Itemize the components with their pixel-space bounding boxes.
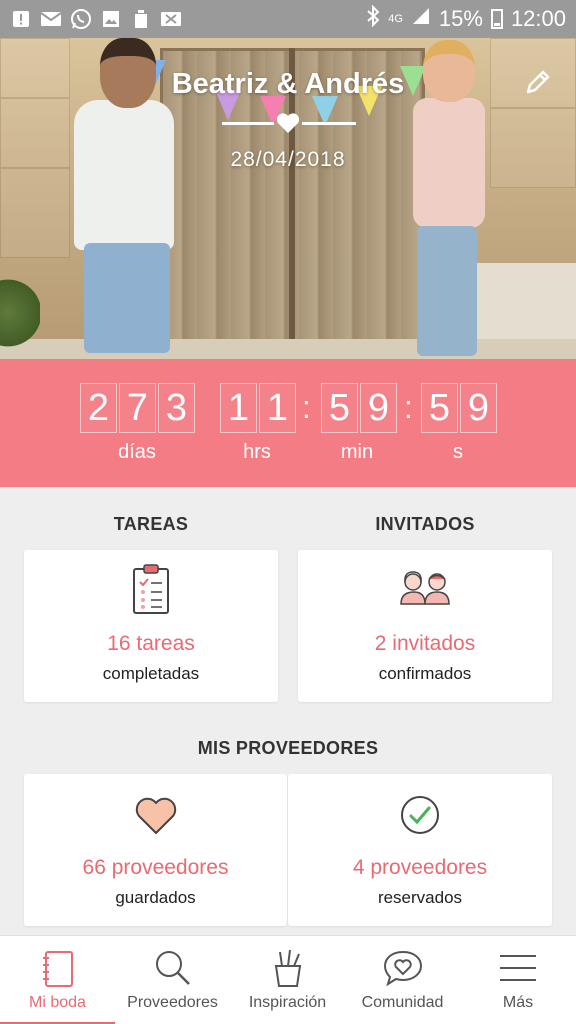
days-label: días <box>118 441 156 463</box>
seconds-digit: 9 <box>460 383 497 433</box>
wedding-date: 28/04/2018 <box>230 148 346 171</box>
title-divider-right <box>302 122 356 125</box>
battery-percent: 15% <box>438 6 483 31</box>
seconds-digits: 5 9 <box>421 383 497 433</box>
wall-stone <box>0 168 70 258</box>
signal-icon <box>411 6 431 32</box>
check-circle-icon <box>401 796 439 834</box>
clipboard-checklist-icon <box>133 564 169 614</box>
minutes-digit: 5 <box>321 383 358 433</box>
plant <box>0 268 40 358</box>
guests-count: 2 invitados <box>374 632 476 655</box>
saved-vendors-card[interactable]: 66 proveedores guardados <box>24 774 287 926</box>
booked-vendors-count: 4 proveedores <box>352 856 488 879</box>
booked-vendors-status: reservados <box>377 888 463 907</box>
mail-icon <box>40 9 62 29</box>
tasks-title: TAREAS <box>113 514 189 534</box>
battery-icon <box>490 9 503 29</box>
tasks-card[interactable]: 16 tareas completadas <box>24 550 278 702</box>
minutes-digits: 5 9 <box>321 383 397 433</box>
saved-vendors-count: 66 proveedores <box>82 856 229 879</box>
network-label: 4G <box>388 13 403 25</box>
minutes-digit: 9 <box>360 383 397 433</box>
close-mail-icon <box>160 9 182 29</box>
recycle-icon <box>130 9 152 29</box>
bottom-navigation: Mi boda Proveedores Inspiración Comunida… <box>0 935 576 1024</box>
chat-heart-icon <box>383 950 422 987</box>
days-digits: 2 7 3 <box>80 383 195 433</box>
hours-digit: 1 <box>259 383 296 433</box>
image-icon <box>100 9 122 29</box>
guests-couple-icon <box>400 571 450 605</box>
colon-separator: : <box>404 389 413 425</box>
nav-item-comunidad[interactable]: Comunidad <box>345 936 460 1024</box>
groom-shirt <box>74 100 174 250</box>
title-divider-left <box>222 122 274 125</box>
clock: 12:00 <box>510 6 566 31</box>
search-icon <box>155 951 190 985</box>
tasks-count: 16 tareas <box>107 632 195 655</box>
nav-label: Comunidad <box>361 994 444 1011</box>
bride-jeans <box>417 226 477 356</box>
tasks-status: completadas <box>102 664 200 683</box>
days-digit: 2 <box>80 383 117 433</box>
nav-item-mas[interactable]: Más <box>460 936 576 1024</box>
nav-label: Mi boda <box>29 994 86 1011</box>
guests-card[interactable]: 2 invitados confirmados <box>298 550 552 702</box>
notebook-icon <box>42 951 73 987</box>
heart-icon <box>276 113 300 133</box>
hours-digits: 1 1 <box>220 383 296 433</box>
nav-label: Inspiración <box>248 994 327 1011</box>
colon-separator: : <box>302 389 311 425</box>
heart-outline-icon <box>135 797 176 834</box>
saved-vendors-status: guardados <box>115 888 196 907</box>
nav-label: Más <box>502 994 534 1011</box>
nav-label: Proveedores <box>127 994 218 1011</box>
hours-digit: 1 <box>220 383 257 433</box>
groom-jeans <box>84 243 170 353</box>
couple-names: Beatriz & Andrés <box>171 68 405 100</box>
booked-vendors-card[interactable]: 4 proveedores reservados <box>288 774 552 926</box>
days-digit: 3 <box>158 383 195 433</box>
guests-title: INVITADOS <box>375 514 475 534</box>
countdown-panel: 2 7 3 1 1 : 5 9 : 5 9 días hrs min s <box>0 359 576 487</box>
whatsapp-icon <box>70 9 92 29</box>
guests-status: confirmados <box>378 664 472 683</box>
hero-banner: Beatriz & Andrés 28/04/2018 <box>0 38 576 359</box>
seconds-digit: 5 <box>421 383 458 433</box>
alert-icon <box>10 9 32 29</box>
edit-pencil-icon[interactable] <box>524 68 552 96</box>
vendors-title: MIS PROVEEDORES <box>197 738 379 758</box>
menu-icon <box>500 955 536 981</box>
seconds-label: s <box>453 441 463 463</box>
nav-item-mi-boda[interactable]: Mi boda <box>0 936 115 1024</box>
brushes-icon <box>274 949 301 987</box>
nav-item-inspiracion[interactable]: Inspiración <box>230 936 345 1024</box>
status-bar: 4G 15% 12:00 <box>0 0 576 38</box>
nav-item-proveedores[interactable]: Proveedores <box>115 936 230 1024</box>
days-digit: 7 <box>119 383 156 433</box>
bluetooth-icon <box>366 4 380 33</box>
